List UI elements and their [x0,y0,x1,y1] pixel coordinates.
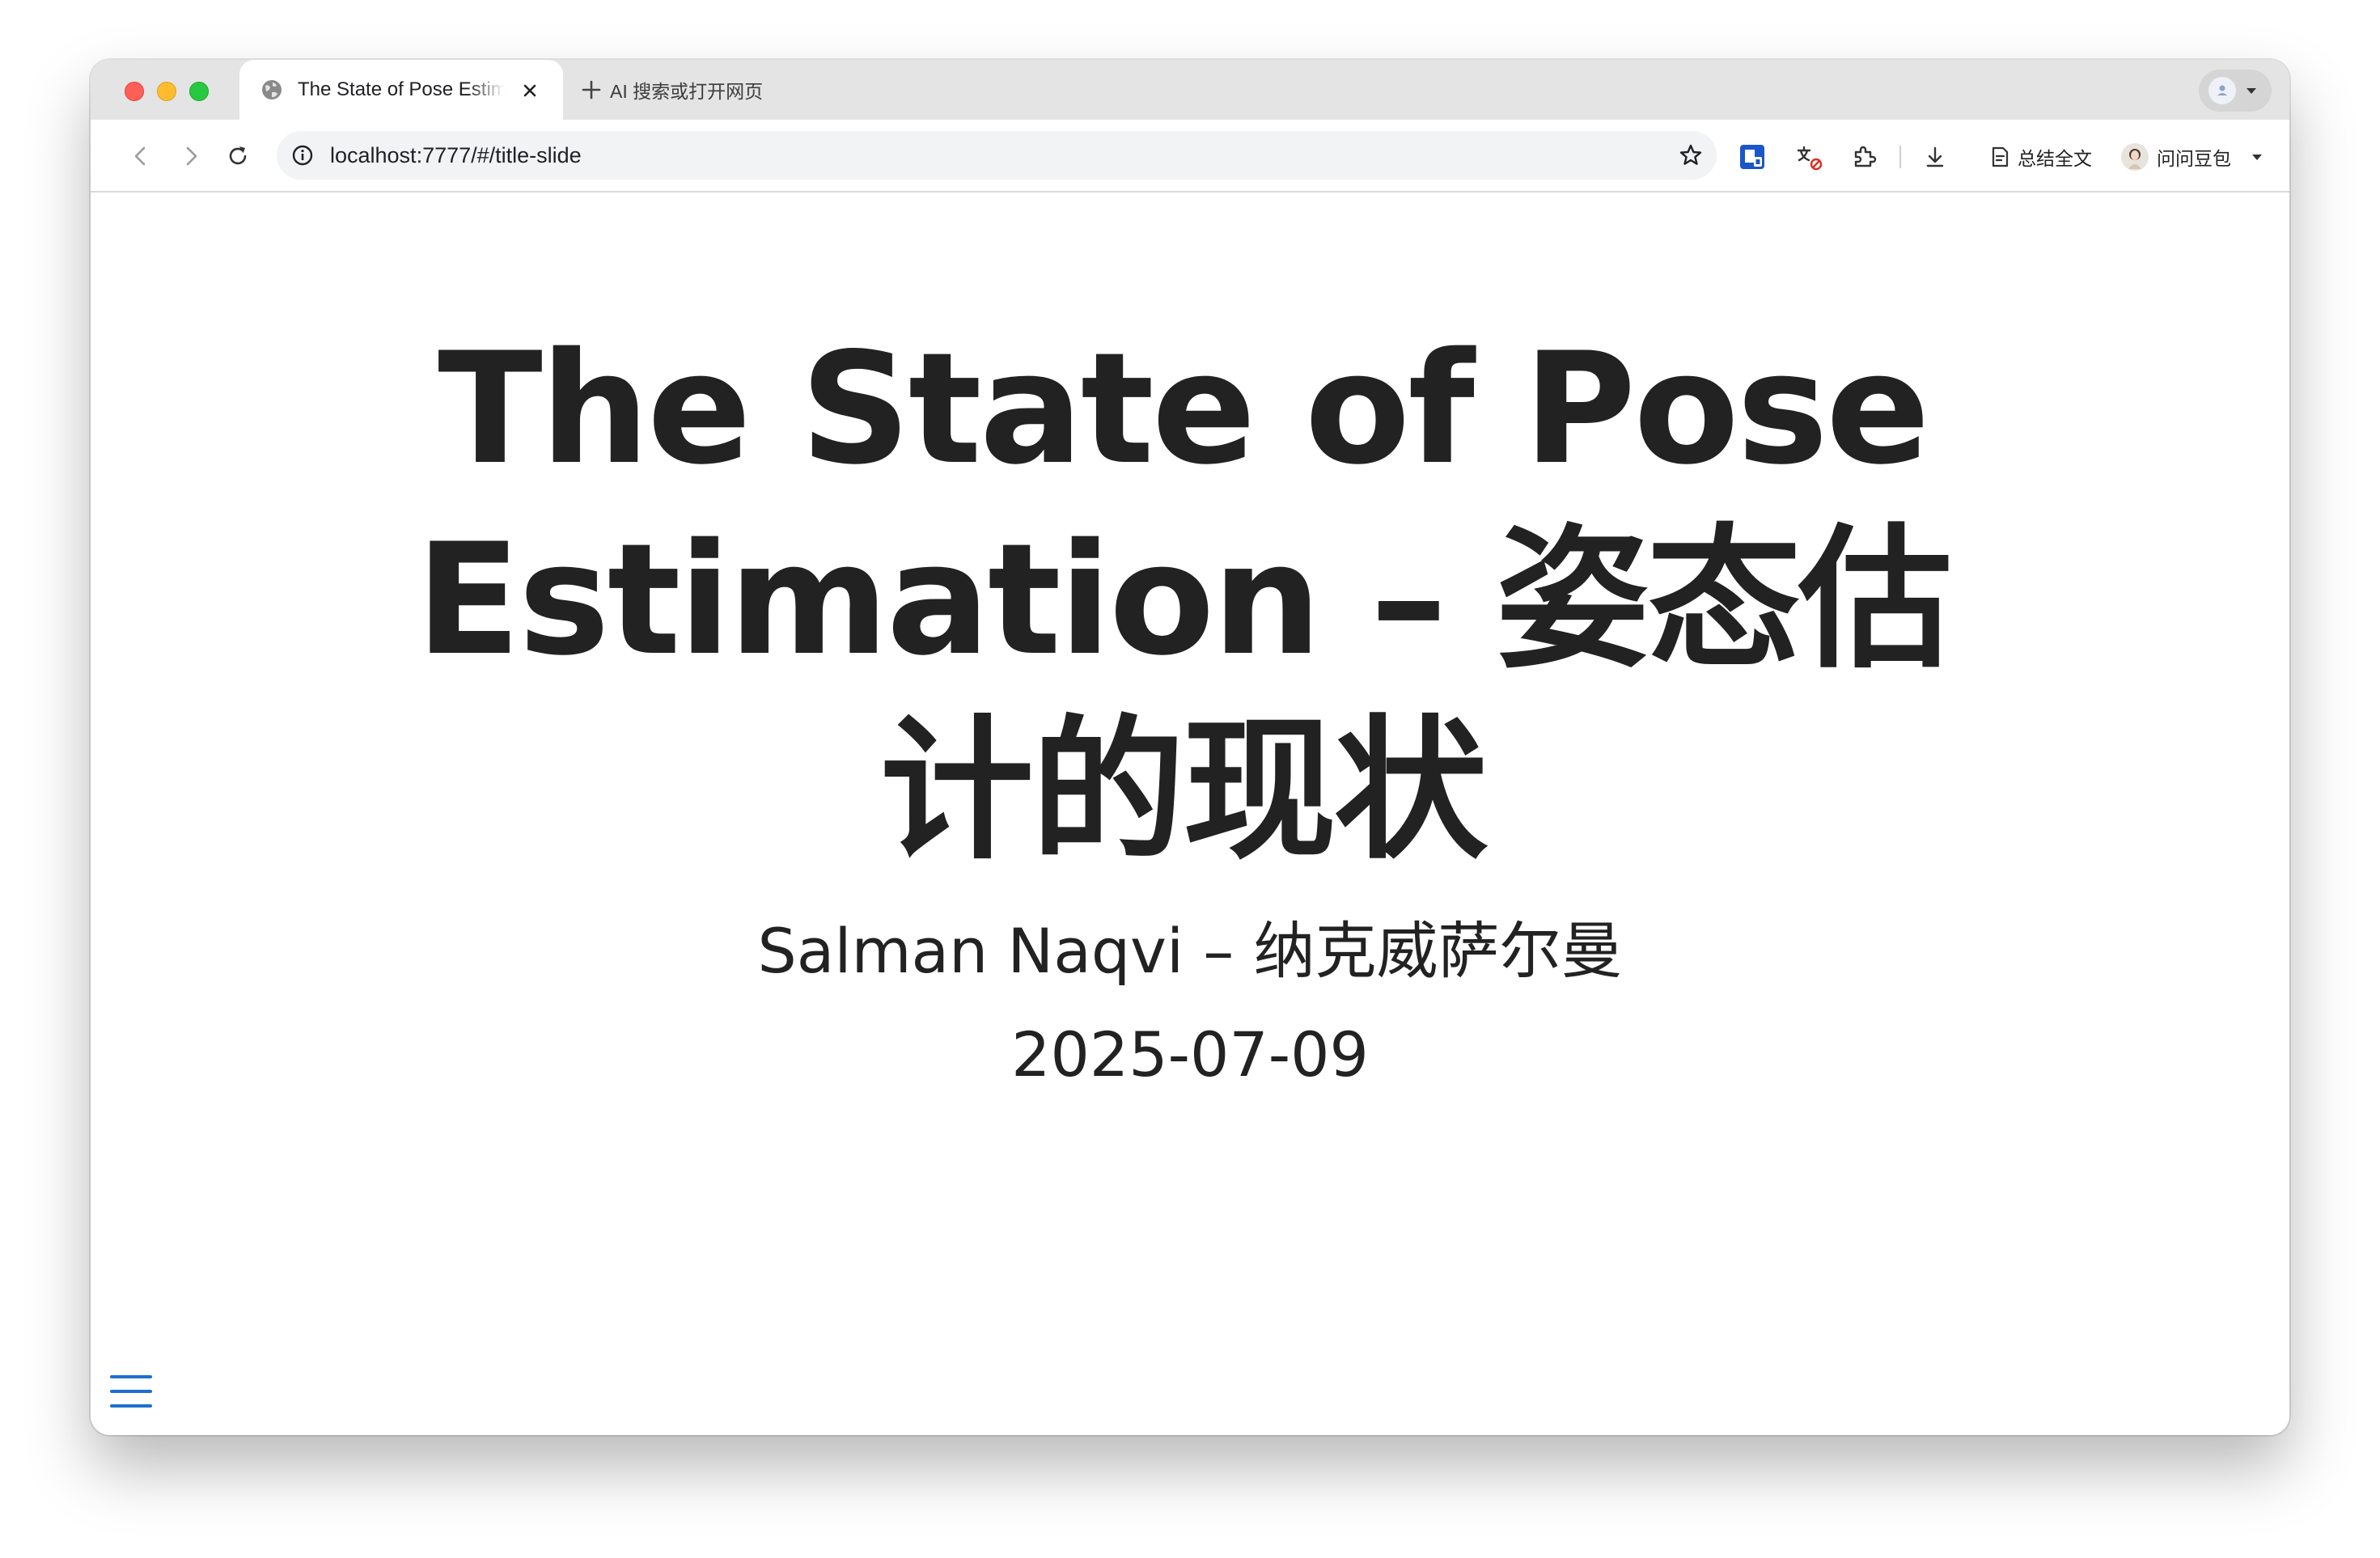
doubao-avatar-icon [2121,143,2149,171]
page-content: The State of Pose Estimation – 姿态估计的现状 S… [91,193,2289,1435]
ask-doubao-label: 问问豆包 [2157,148,2231,169]
close-window-button[interactable] [125,82,144,101]
bookmark-star-icon[interactable] [1678,142,1704,168]
tab-strip: The State of Pose Estimation – 姿态估计的现状 A… [91,60,2289,120]
new-tab-button[interactable]: AI 搜索或打开网页 [581,76,763,104]
chevron-down-icon [2247,88,2256,94]
slide-author: Salman Naqvi – 纳克威萨尔曼 [757,915,1623,987]
browser-window: The State of Pose Estimation – 姿态估计的现状 A… [91,60,2289,1435]
chevron-down-icon[interactable] [2251,151,2264,163]
browser-toolbar: localhost:7777/#/title-slide 总结全文 问问豆包 [91,120,2289,193]
slide-title: The State of Pose Estimation – 姿态估计的现状 [415,320,1952,880]
extension-shield-icon[interactable] [1738,142,1767,171]
menu-bar-top [110,1375,152,1378]
document-icon [1992,146,2009,167]
active-tab[interactable]: The State of Pose Estimation – 姿态估计的现状 [239,60,563,120]
plus-icon [582,80,601,99]
forward-icon[interactable] [178,143,204,169]
reload-icon[interactable] [225,143,251,169]
back-icon[interactable] [128,143,154,169]
download-icon[interactable] [1921,142,1950,171]
minimize-window-button[interactable] [157,82,176,101]
globe-icon [262,80,282,99]
profile-button[interactable] [2199,70,2272,112]
slide-date: 2025-07-09 [1011,1018,1369,1090]
tab-title: The State of Pose Estimation – 姿态估计的现状 [298,78,505,100]
ask-doubao-button[interactable]: 问问豆包 [2121,139,2264,175]
toolbar-divider [1899,146,1901,168]
summarize-page-label: 总结全文 [2018,148,2092,169]
menu-bar-middle [110,1390,152,1393]
translate-icon[interactable] [1794,142,1823,171]
close-icon[interactable] [519,80,540,101]
menu-bar-bottom [110,1404,152,1408]
extensions-puzzle-icon[interactable] [1849,142,1878,171]
new-tab-label: AI 搜索或打开网页 [610,81,764,102]
url-text: localhost:7777/#/title-slide [330,143,582,167]
maximize-window-button[interactable] [189,82,209,101]
summarize-page-button[interactable]: 总结全文 [1988,141,2092,173]
hamburger-menu-icon[interactable] [110,1374,152,1411]
profile-avatar-icon [2208,77,2236,104]
address-bar[interactable]: localhost:7777/#/title-slide [277,131,1717,180]
site-info-icon[interactable] [291,144,314,167]
